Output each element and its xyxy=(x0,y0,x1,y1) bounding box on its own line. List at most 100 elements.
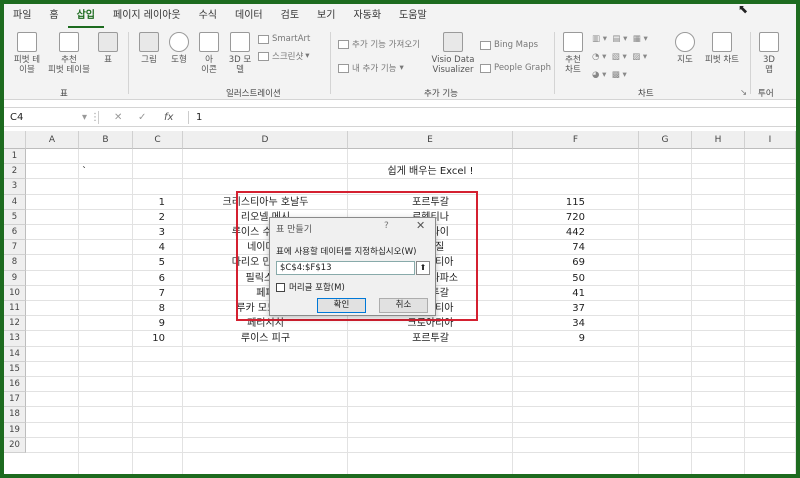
tab-7[interactable]: 보기 xyxy=(308,4,344,28)
visio-button[interactable]: Visio Data Visualizer xyxy=(428,32,478,75)
row-header[interactable]: 17 xyxy=(4,392,26,408)
tab-3[interactable]: 페이지 레이아웃 xyxy=(104,4,190,28)
tab-4[interactable]: 수식 xyxy=(190,4,226,28)
select-all-corner[interactable] xyxy=(4,131,26,149)
row-header[interactable]: 8 xyxy=(4,255,26,271)
row-header[interactable]: 12 xyxy=(4,316,26,332)
maps-button[interactable]: 지도 xyxy=(672,32,698,65)
picture-button[interactable]: 그림 xyxy=(136,32,162,65)
row-header[interactable]: 9 xyxy=(4,270,26,286)
row-header[interactable]: 10 xyxy=(4,285,26,301)
close-icon[interactable]: ✕ xyxy=(416,219,425,232)
name-box-dropdown-icon[interactable]: ▾ xyxy=(82,110,87,125)
formula-input[interactable]: 1 xyxy=(196,110,202,125)
smartart-button[interactable]: SmartArt xyxy=(258,34,310,44)
cancel-button[interactable]: 취소 xyxy=(379,298,428,313)
cell-no[interactable]: 5 xyxy=(133,255,165,270)
cell-value[interactable]: 9 xyxy=(513,331,585,346)
cell-value[interactable]: 34 xyxy=(513,316,585,331)
row-header[interactable]: 19 xyxy=(4,422,26,438)
chart-types-row2[interactable]: ◔ ▾ ▧ ▾ ▨ ▾ xyxy=(592,52,647,62)
cell-no[interactable]: 7 xyxy=(133,286,165,301)
recommended-pivot-button[interactable]: 추천 피벗 테이블 xyxy=(46,32,92,75)
cell-no[interactable]: 2 xyxy=(133,210,165,225)
row-header[interactable]: 1 xyxy=(4,149,26,165)
column-header[interactable]: E xyxy=(348,131,513,149)
column-header[interactable]: H xyxy=(692,131,745,149)
row-header[interactable]: 2 xyxy=(4,164,26,180)
row-header[interactable]: 11 xyxy=(4,301,26,317)
chart-types-row1[interactable]: ▥ ▾ ▤ ▾ ▦ ▾ xyxy=(592,34,648,44)
pivot-table-button[interactable]: 피벗 테 이블 xyxy=(12,32,42,75)
row-header[interactable]: 18 xyxy=(4,407,26,423)
column-header[interactable]: F xyxy=(513,131,639,149)
dialog-launcher-icon[interactable]: ↘ xyxy=(740,88,747,98)
cell-value[interactable]: 74 xyxy=(513,240,585,255)
cell-value[interactable]: 50 xyxy=(513,271,585,286)
cell-value[interactable]: 442 xyxy=(513,225,585,240)
tab-0[interactable]: 파일 xyxy=(4,4,40,28)
range-picker-icon[interactable]: ⬆ xyxy=(416,261,430,275)
column-header[interactable]: B xyxy=(79,131,133,149)
tab-9[interactable]: 도움말 xyxy=(390,4,436,28)
cell-no[interactable]: 9 xyxy=(133,316,165,331)
icons-button[interactable]: 아 이콘 xyxy=(196,32,222,75)
column-header[interactable]: G xyxy=(639,131,692,149)
cell-country[interactable]: 포르투갈 xyxy=(348,331,513,346)
row-header[interactable]: 13 xyxy=(4,331,26,347)
chart-types-row3[interactable]: ◕ ▾ ▩ ▾ xyxy=(592,70,627,80)
sheet-title-cell[interactable]: 쉽게 배우는 Excel ! xyxy=(183,164,678,179)
row-header[interactable]: 16 xyxy=(4,377,26,393)
row-header[interactable]: 14 xyxy=(4,346,26,362)
enter-icon[interactable]: ✓ xyxy=(138,110,146,125)
cell-b2[interactable]: ` xyxy=(82,164,102,179)
cell-value[interactable]: 41 xyxy=(513,286,585,301)
checkbox-icon[interactable] xyxy=(276,282,285,292)
table-button[interactable]: 표 xyxy=(94,32,122,65)
tab-6[interactable]: 검토 xyxy=(272,4,308,28)
cell-value[interactable]: 69 xyxy=(513,255,585,270)
cell-name[interactable]: 루이스 피구 xyxy=(183,331,348,346)
my-addins-button[interactable]: 내 추가 기능 ▾ xyxy=(338,62,404,74)
column-header[interactable]: D xyxy=(183,131,348,149)
row-header[interactable]: 20 xyxy=(4,437,26,453)
range-input[interactable]: $C$4:$F$13 xyxy=(276,261,415,275)
cell-no[interactable]: 10 xyxy=(133,331,165,346)
column-header[interactable]: A xyxy=(26,131,79,149)
tab-5[interactable]: 데이터 xyxy=(226,4,272,28)
recommended-charts-button[interactable]: 추천 차트 xyxy=(560,32,586,75)
ok-button[interactable]: 확인 xyxy=(317,298,366,313)
cell-no[interactable]: 6 xyxy=(133,271,165,286)
row-header[interactable]: 5 xyxy=(4,209,26,225)
row-header[interactable]: 6 xyxy=(4,225,26,241)
insert-function-icon[interactable]: fx xyxy=(164,110,173,125)
3d-models-button[interactable]: 3D 모 델 xyxy=(226,32,254,75)
column-header[interactable]: I xyxy=(745,131,796,149)
bing-maps-button[interactable]: Bing Maps xyxy=(480,40,538,50)
row-header[interactable]: 4 xyxy=(4,194,26,210)
column-header[interactable]: C xyxy=(133,131,183,149)
cell-no[interactable]: 3 xyxy=(133,225,165,240)
cell-no[interactable]: 1 xyxy=(133,195,165,210)
name-box[interactable]: C4 xyxy=(10,110,80,125)
cell-no[interactable]: 8 xyxy=(133,301,165,316)
tab-8[interactable]: 자동화 xyxy=(344,4,390,28)
header-checkbox[interactable]: 머리글 포함(M) xyxy=(276,281,345,293)
help-icon[interactable]: ? xyxy=(384,221,389,231)
tab-2[interactable]: 삽입 xyxy=(67,4,105,28)
screenshot-button[interactable]: 스크린샷 ▾ xyxy=(258,50,310,62)
cell-value[interactable]: 37 xyxy=(513,301,585,316)
cancel-icon[interactable]: ✕ xyxy=(114,110,122,125)
row-header[interactable]: 7 xyxy=(4,240,26,256)
tab-1[interactable]: 홈 xyxy=(40,4,67,28)
cell-value[interactable]: 115 xyxy=(513,195,585,210)
shapes-button[interactable]: 도형 xyxy=(166,32,192,65)
row-header[interactable]: 15 xyxy=(4,361,26,377)
cell-value[interactable]: 720 xyxy=(513,210,585,225)
get-addins-button[interactable]: 추가 기능 가져오기 xyxy=(338,38,420,50)
row-header[interactable]: 3 xyxy=(4,179,26,195)
3d-map-button[interactable]: 3D 맵 xyxy=(756,32,782,75)
pivot-chart-button[interactable]: 피벗 차트 xyxy=(700,32,744,65)
cell-no[interactable]: 4 xyxy=(133,240,165,255)
people-graph-button[interactable]: People Graph xyxy=(480,63,551,73)
